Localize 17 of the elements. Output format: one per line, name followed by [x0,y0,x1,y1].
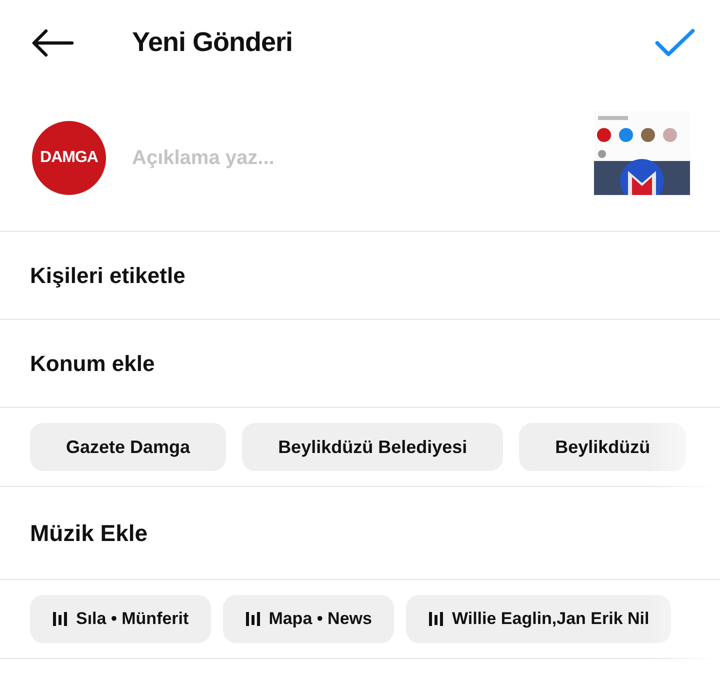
music-chip[interactable]: Sıla • Münferit [30,595,211,643]
avatar-logo: DAMGA [32,121,106,195]
music-chip[interactable]: Willie Eaglin,Jan Erik Nil [406,595,672,643]
location-chip[interactable]: Gazete Damga [30,423,226,471]
location-chip[interactable]: Beylikdüzü [519,423,686,471]
music-chip[interactable]: Mapa • News [222,595,394,643]
equalizer-icon [52,611,68,627]
menu-item[interactable]: Konum ekle [0,320,720,408]
back-icon[interactable] [30,28,74,58]
menu-item[interactable]: Kişileri etiketle [0,232,720,320]
page-title: Yeni Gönderi [132,27,294,58]
equalizer-icon [428,611,444,627]
menu-item[interactable]: Müzik Ekle [0,487,720,580]
equalizer-icon [244,611,261,627]
checkmark-icon[interactable] [654,28,696,58]
caption-field[interactable]: Açıklama yaz... [130,146,594,170]
location-chip[interactable]: Beylikdüzü Belediyesi [242,423,504,471]
